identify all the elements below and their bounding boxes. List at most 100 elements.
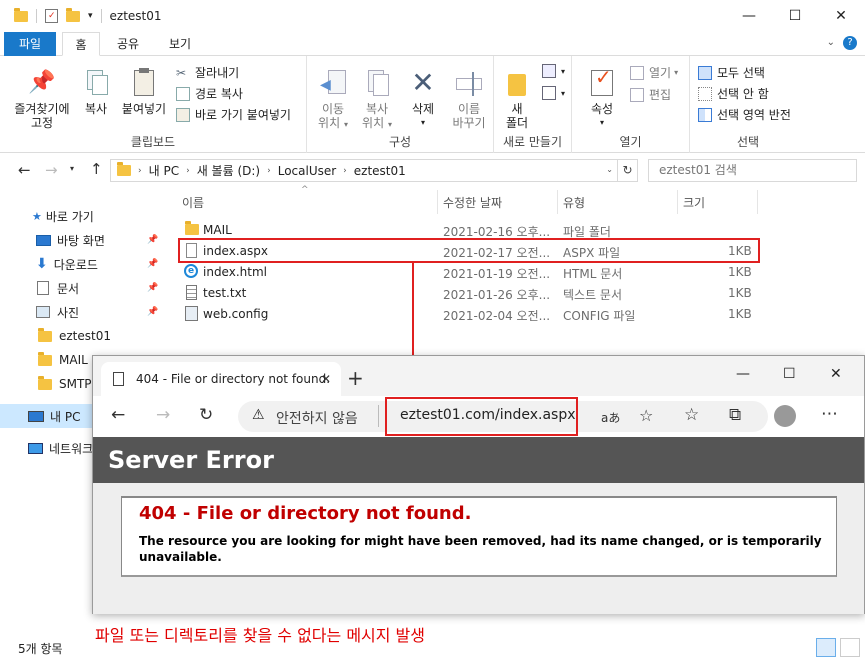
tab-home[interactable]: 홈 — [62, 32, 100, 56]
nav-desktop[interactable]: 바탕 화면 📌 — [0, 228, 165, 252]
dropdown-arrow-icon: ▾ — [599, 118, 604, 127]
chevron-right-icon: › — [343, 165, 347, 176]
ribbon-tabs: 파일 홈 공유 보기 ? ⌄ — [0, 32, 865, 56]
copy-path-button[interactable]: 경로 복사 — [176, 85, 243, 102]
column-header-name[interactable]: 이름 — [182, 194, 204, 211]
browser-tab-bar: 404 - File or directory not found. ✕ + —… — [93, 356, 864, 396]
highlight-index-aspx — [178, 238, 760, 263]
add-favorite-icon[interactable]: ☆ — [639, 406, 653, 425]
easy-access-button[interactable]: ▾ — [542, 86, 565, 100]
column-header-type[interactable]: 유형 — [563, 194, 585, 211]
computer-icon — [28, 410, 44, 422]
read-aloud-icon[interactable]: aあ — [601, 409, 620, 426]
breadcrumb-this-pc[interactable]: 내 PC — [149, 162, 179, 179]
browser-minimize-button[interactable]: — — [736, 366, 750, 382]
more-options-icon[interactable]: ⋯ — [821, 404, 838, 424]
invert-selection-icon — [698, 107, 712, 122]
forward-arrow-icon[interactable]: → — [156, 405, 170, 425]
details-view-icon[interactable] — [816, 638, 836, 657]
pin-icon: 📌 — [147, 283, 159, 293]
organize-group: ◀ 이동 위치 ▾ 복사 위치 ▾ ✕ 삭제 ▾ 이름 바꾸기 구성 — [307, 56, 494, 153]
column-header-date[interactable]: 수정한 날짜 — [443, 194, 502, 211]
properties-check-icon: ✓ — [587, 67, 617, 98]
network-icon — [28, 442, 43, 454]
delete-button[interactable]: ✕ 삭제 ▾ — [403, 68, 443, 130]
select-all-button[interactable]: 모두 선택 — [698, 64, 765, 81]
download-arrow-icon: ⬇ — [36, 256, 48, 272]
warning-icon: ⚠ — [252, 407, 265, 423]
tab-share[interactable]: 공유 — [106, 32, 150, 56]
nav-this-pc[interactable]: 내 PC — [0, 404, 92, 428]
browser-tab[interactable]: 404 - File or directory not found. ✕ — [101, 362, 341, 396]
minimize-button[interactable]: — — [726, 0, 772, 32]
paste-button[interactable]: 붙여넣기 — [118, 68, 170, 116]
chevron-right-icon: › — [267, 165, 271, 176]
new-item-button[interactable]: ▾ — [542, 64, 565, 78]
select-none-button[interactable]: 선택 안 함 — [698, 85, 769, 102]
customize-dropdown-icon[interactable]: ▾ — [88, 11, 93, 21]
new-group: 새 폴더 ▾ ▾ 새로 만들기 — [494, 56, 572, 153]
large-icons-view-icon[interactable] — [840, 638, 860, 657]
properties-button[interactable]: ✓ 속성 ▾ — [582, 67, 622, 130]
nav-downloads[interactable]: ⬇ 다운로드 📌 — [0, 252, 165, 276]
breadcrumb-eztest01[interactable]: eztest01 — [354, 164, 406, 178]
close-tab-icon[interactable]: ✕ — [321, 372, 331, 386]
new-tab-button[interactable]: + — [347, 368, 364, 388]
nav-eztest01[interactable]: eztest01 — [0, 324, 165, 348]
edit-button[interactable]: 편집 — [630, 86, 671, 103]
nav-quick-access[interactable]: ★ 바로 가기 — [0, 204, 165, 228]
new-folder-button[interactable]: 새 폴더 — [502, 68, 532, 130]
back-arrow-icon[interactable]: ← — [111, 405, 125, 425]
move-to-button[interactable]: ◀ 이동 위치 ▾ — [313, 68, 353, 132]
copy-to-button[interactable]: 복사 위치 ▾ — [357, 68, 397, 132]
open-group: ✓ 속성 ▾ 열기 ▾ 편집 열기 — [572, 56, 690, 153]
tab-title: 404 - File or directory not found. — [136, 372, 331, 386]
help-icon[interactable]: ? — [843, 36, 857, 50]
pin-icon: 📌 — [147, 307, 159, 317]
maximize-button[interactable]: ☐ — [772, 0, 818, 32]
copy-path-icon — [176, 86, 190, 101]
forward-arrow-icon[interactable]: → — [45, 161, 58, 179]
recent-dropdown-icon[interactable]: ▾ — [70, 164, 74, 173]
expand-ribbon-icon[interactable]: ⌄ — [827, 37, 835, 48]
breadcrumb-localuser[interactable]: LocalUser — [278, 164, 336, 178]
column-header-size[interactable]: 크기 — [683, 194, 705, 211]
new-group-label: 새로 만들기 — [502, 135, 562, 149]
address-dropdown-icon[interactable]: ⌄ — [606, 165, 613, 174]
avatar[interactable] — [774, 405, 796, 427]
highlight-url — [385, 397, 578, 436]
rename-icon — [454, 68, 484, 98]
open-button[interactable]: 열기 ▾ — [630, 64, 678, 81]
copy-button[interactable]: 복사 — [78, 68, 114, 116]
invert-selection-button[interactable]: 선택 영역 반전 — [698, 106, 791, 123]
breadcrumb-volume[interactable]: 새 볼륨 (D:) — [197, 162, 260, 179]
file-row[interactable]: test.txt 2021-01-26 오후... 텍스트 문서 1KB — [165, 283, 785, 304]
cut-button[interactable]: ✂ 잘라내기 — [176, 64, 239, 81]
close-button[interactable]: ✕ — [818, 0, 864, 32]
edit-icon — [630, 87, 644, 102]
back-arrow-icon[interactable]: ← — [18, 161, 31, 179]
browser-maximize-button[interactable]: ☐ — [783, 366, 796, 382]
security-label[interactable]: 안전하지 않음 — [276, 408, 358, 428]
clipboard-group: 📌 즐겨찾기에 고정 복사 붙여넣기 ✂ 잘라내기 경로 복사 바로 가기 붙여넣… — [0, 56, 307, 153]
refresh-icon[interactable]: ↻ — [617, 160, 637, 181]
address-box[interactable]: › 내 PC › 새 볼륨 (D:) › LocalUser › eztest0… — [110, 159, 638, 182]
favorites-icon[interactable]: ☆ — [684, 405, 699, 425]
collections-icon[interactable]: ⧉ — [729, 405, 741, 425]
new-folder-icon[interactable] — [66, 7, 80, 22]
file-row[interactable]: e index.html 2021-01-19 오전... HTML 문서 1K… — [165, 262, 785, 283]
tab-view[interactable]: 보기 — [158, 32, 202, 56]
refresh-icon[interactable]: ↻ — [199, 405, 213, 425]
properties-icon[interactable]: ✓ — [45, 9, 58, 23]
dropdown-arrow-icon: ▾ — [343, 120, 348, 129]
search-input[interactable]: eztest01 검색 — [648, 159, 857, 182]
nav-documents[interactable]: 문서 📌 — [0, 276, 165, 300]
file-row[interactable]: web.config 2021-02-04 오전... CONFIG 파일 1K… — [165, 304, 785, 325]
pin-quick-access-button[interactable]: 📌 즐겨찾기에 고정 — [8, 68, 76, 131]
rename-button[interactable]: 이름 바꾸기 — [447, 68, 491, 130]
tab-file[interactable]: 파일 — [4, 32, 56, 56]
browser-close-button[interactable]: ✕ — [830, 366, 842, 382]
paste-shortcut-button[interactable]: 바로 가기 붙여넣기 — [176, 106, 291, 123]
nav-pictures[interactable]: 사진 📌 — [0, 300, 165, 324]
up-arrow-icon[interactable]: ↑ — [90, 160, 103, 178]
